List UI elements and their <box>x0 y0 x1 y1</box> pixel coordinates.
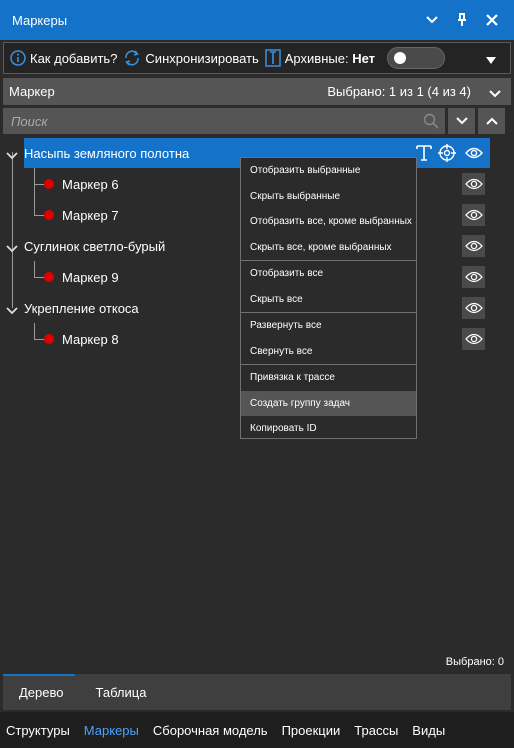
prev-result-button[interactable] <box>478 108 505 134</box>
next-result-button[interactable] <box>448 108 475 134</box>
menu-item-expand-all[interactable]: Развернуть все <box>241 313 416 339</box>
collapse-header-icon[interactable] <box>489 86 501 101</box>
menu-item-create-task-group[interactable]: Создать группу задач <box>241 390 416 416</box>
window-title: Маркеры <box>12 12 68 28</box>
selection-status: Выбрано: 0 <box>445 656 504 668</box>
toggle-knob <box>394 52 407 64</box>
nav-routes[interactable]: Трассы <box>354 723 398 738</box>
tree-connector <box>12 152 13 308</box>
expand-arrow-icon[interactable] <box>6 241 18 256</box>
archive-filter: Архивные: Нет <box>265 49 375 67</box>
toolbar-menu-icon[interactable] <box>486 53 496 68</box>
how-to-add-label: Как добавить? <box>30 50 118 66</box>
tab-table[interactable]: Таблица <box>79 674 162 710</box>
eye-icon[interactable] <box>462 173 485 195</box>
eye-icon[interactable] <box>462 328 485 350</box>
chevron-down-icon <box>455 117 468 125</box>
menu-item-show-all-except-selected[interactable]: Отобразить все, кроме выбранных <box>241 209 416 235</box>
menu-item-hide-all-except-selected[interactable]: Скрыть все, кроме выбранных <box>241 235 416 261</box>
marker-label: Маркер 8 <box>62 331 119 347</box>
archive-toggle[interactable] <box>387 47 446 69</box>
tree-connector <box>34 323 35 339</box>
eye-icon[interactable] <box>462 235 485 257</box>
sync-icon <box>125 50 140 66</box>
expand-arrow-icon[interactable] <box>6 303 18 318</box>
markers-toolbar: Как добавить? Синхронизировать Архивные:… <box>3 42 511 74</box>
info-icon <box>10 50 26 66</box>
marker-label: Маркер 9 <box>62 269 119 285</box>
close-icon[interactable] <box>484 12 500 28</box>
expand-arrow-icon[interactable] <box>6 148 18 163</box>
tree-connector <box>34 261 35 277</box>
tree-group-row[interactable]: Укрепление откоса <box>20 293 139 323</box>
selected-count: Выбрано: 1 из 1 (4 из 4) <box>327 84 471 99</box>
tree-marker-row[interactable]: Маркер 6 <box>44 169 119 199</box>
tree-connector <box>34 215 44 216</box>
nav-assembly-model[interactable]: Сборочная модель <box>153 723 268 738</box>
view-tabs: Дерево Таблица <box>3 674 511 710</box>
search-icon[interactable] <box>423 113 439 132</box>
menu-item-show-all[interactable]: Отобразить все <box>241 261 416 287</box>
menu-item-show-selected[interactable]: Отобразить выбранные <box>241 158 416 184</box>
nav-projections[interactable]: Проекции <box>282 723 341 738</box>
tree-marker-row[interactable]: Маркер 9 <box>44 262 119 292</box>
menu-item-hide-selected[interactable]: Скрыть выбранные <box>241 184 416 210</box>
marker-label: Маркер 7 <box>62 207 119 223</box>
tree-marker-row[interactable]: Маркер 7 <box>44 200 119 230</box>
panel-nav: Структуры Маркеры Сборочная модель Проек… <box>0 712 514 748</box>
menu-item-copy-id[interactable]: Копировать ID <box>241 416 416 442</box>
search-box <box>3 108 445 134</box>
eye-icon[interactable] <box>462 204 485 226</box>
sync-label: Синхронизировать <box>145 50 259 66</box>
nav-markers[interactable]: Маркеры <box>77 723 145 748</box>
window-titlebar: Маркеры <box>0 0 514 40</box>
how-to-add-button[interactable]: Как добавить? <box>10 50 117 66</box>
menu-item-hide-all[interactable]: Скрыть все <box>241 287 416 313</box>
archive-icon <box>265 49 281 67</box>
group-label: Насыпь земляного полотна <box>24 145 190 161</box>
pin-icon[interactable] <box>454 12 470 28</box>
target-icon[interactable] <box>435 142 458 164</box>
context-menu: Отобразить выбранные Скрыть выбранные От… <box>240 157 417 439</box>
chevron-down-icon[interactable] <box>424 12 440 28</box>
nav-views[interactable]: Виды <box>412 723 445 738</box>
group-label: Укрепление откоса <box>24 300 139 316</box>
nav-structures[interactable]: Структуры <box>6 723 70 738</box>
list-header-title: Маркер <box>9 84 55 99</box>
tree-connector <box>34 277 44 278</box>
marker-label: Маркер 6 <box>62 176 119 192</box>
tree-connector <box>34 339 44 340</box>
tree-group-row[interactable]: Суглинок светло-бурый <box>20 231 165 261</box>
marker-dot <box>44 179 54 189</box>
sync-button[interactable]: Синхронизировать <box>123 49 259 67</box>
marker-dot <box>44 272 54 282</box>
eye-icon[interactable] <box>462 266 485 288</box>
tree-connector <box>34 168 35 215</box>
search-input[interactable] <box>11 113 411 129</box>
menu-item-collapse-all[interactable]: Свернуть все <box>241 339 416 365</box>
eye-icon[interactable] <box>462 297 485 319</box>
archive-value: Нет <box>352 50 376 66</box>
archive-label: Архивные: <box>284 50 349 66</box>
tab-tree[interactable]: Дерево <box>3 674 79 710</box>
menu-item-bind-to-route[interactable]: Привязка к трассе <box>241 365 416 391</box>
marker-dot <box>44 210 54 220</box>
group-label: Суглинок светло-бурый <box>24 238 166 254</box>
tree-marker-row[interactable]: Маркер 8 <box>44 324 119 354</box>
list-header: Маркер Выбрано: 1 из 1 (4 из 4) <box>3 78 511 105</box>
chevron-up-icon <box>485 117 498 125</box>
marker-dot <box>44 334 54 344</box>
eye-icon[interactable] <box>462 142 485 164</box>
tree-connector <box>34 184 44 185</box>
search-row <box>3 108 511 134</box>
